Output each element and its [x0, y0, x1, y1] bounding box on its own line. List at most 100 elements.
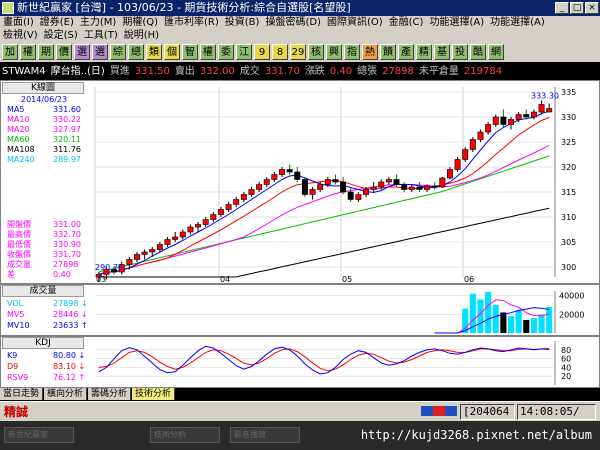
candle-body — [370, 186, 377, 190]
low-marker: 290.70 — [95, 263, 123, 272]
toolbar-button-8[interactable]: 總 — [128, 44, 144, 60]
candle-body — [446, 169, 453, 179]
menu-screen[interactable]: 畫面(I) — [0, 16, 37, 29]
volume-tick-label: 20000 — [559, 310, 584, 319]
tab-technical[interactable]: 技術分析 — [132, 388, 176, 400]
toolbar-button-4[interactable]: 價 — [56, 44, 72, 60]
title-bar: 新世紀贏家 [台灣] - 103/06/23 - 期貨技術分析:綜合自選股[名望… — [0, 0, 600, 16]
tab-intraday[interactable]: 當日走勢 — [0, 388, 44, 400]
candle-body — [164, 239, 171, 245]
volume-legend-label: MV10 — [7, 321, 30, 330]
toolbar-button-28[interactable]: 網 — [488, 44, 504, 60]
candle-body — [355, 194, 362, 200]
close-button[interactable]: × — [585, 2, 599, 14]
quote-symbol[interactable]: STWAM4 — [2, 64, 46, 80]
menu-securities[interactable]: 證券(E) — [37, 16, 77, 29]
volume-chart[interactable]: 40000 20000 — [1, 285, 599, 335]
volume-panel[interactable]: 40000 20000 成交量 VOL 27898 ↓ MV5 28446 ↓ MV10 2… — [0, 284, 600, 336]
menu-investment[interactable]: 投資(B) — [222, 16, 263, 29]
toolbar-button-23[interactable]: 產 — [398, 44, 414, 60]
volume-legend-label: MV5 — [7, 310, 25, 319]
ma-legend-value: 320.11 — [53, 135, 81, 144]
menu-trading-code[interactable]: 操盤密碼(D) — [262, 16, 324, 29]
toolbar-button-14[interactable]: 江 — [236, 44, 252, 60]
volume-bar — [500, 312, 507, 333]
candle-body — [439, 177, 446, 188]
menu-view[interactable]: 檢視(V) — [0, 29, 41, 42]
menu-main-force[interactable]: 主力(M) — [77, 16, 119, 29]
candle-body — [301, 179, 308, 195]
candle-body — [172, 236, 179, 240]
toolbar-button-22[interactable]: 饋 — [380, 44, 396, 60]
toolbar-button-1[interactable]: 加 — [2, 44, 18, 60]
status-time: 14:08:05/ — [517, 404, 596, 420]
taskbar-item-1[interactable]: 新世紀贏家 — [4, 427, 74, 443]
toolbar-button-6[interactable]: 選 — [92, 44, 108, 60]
price-tick-label: 325 — [561, 138, 576, 147]
menu-fx-rates[interactable]: 匯市利率(R) — [161, 16, 222, 29]
ohlc-legend-value: 332.70 — [53, 230, 81, 239]
ohlc-legend-value: 330.90 — [53, 240, 81, 249]
menu-settings[interactable]: 設定(S) — [41, 29, 81, 42]
volume-legend-value: 27898 ↓ — [53, 299, 88, 308]
toolbar-button-24[interactable]: 精 — [416, 44, 432, 60]
kline-chart[interactable]: 03 04 05 06335330325320315310305300333.3029… — [1, 81, 599, 283]
menu-tools[interactable]: 工具(T) — [81, 29, 121, 42]
menu-finance[interactable]: 金融(C) — [386, 16, 427, 29]
bid-label: 買進 — [109, 66, 130, 77]
toolbar-button-16[interactable]: 8 — [272, 44, 288, 60]
toolbar-button-2[interactable]: 權 — [20, 44, 36, 60]
toolbar-button-20[interactable]: 指 — [344, 44, 360, 60]
menu-intl-info[interactable]: 國際資訊(O) — [324, 16, 386, 29]
flag-icon-blue-2 — [445, 406, 457, 416]
ohlc-legend-label: 開盤價 — [7, 220, 31, 229]
candle-body — [233, 199, 240, 205]
candle-body — [271, 174, 278, 180]
toolbar-button-13[interactable]: 委 — [218, 44, 234, 60]
kdj-panel[interactable]: 80 60 40 20 KDJ K9 80.80 ↓ D9 83.10 ↓ RSV9 76.12… — [0, 336, 600, 388]
menu-function-select-2[interactable]: 功能選擇(A) — [487, 16, 548, 29]
menu-futures-options[interactable]: 期權(Q) — [119, 16, 161, 29]
toolbar-button-10[interactable]: 個 — [164, 44, 180, 60]
minimize-button[interactable]: _ — [555, 2, 569, 14]
kdj-chart[interactable]: 80604020 — [1, 337, 599, 387]
toolbar-button-25[interactable]: 基 — [434, 44, 450, 60]
tab-chips[interactable]: 籌碼分析 — [88, 388, 132, 400]
candle-body — [286, 169, 293, 173]
candle-body — [431, 185, 438, 188]
toolbar-button-12[interactable]: 權 — [200, 44, 216, 60]
toolbar-button-18[interactable]: 核 — [308, 44, 324, 60]
taskbar-item-2[interactable]: 技術分析 — [150, 427, 220, 443]
month-tick-label: 04 — [220, 275, 230, 283]
candle-body — [263, 179, 270, 185]
ohlc-legend-label: 最低價 — [7, 240, 31, 249]
ohlc-legend-value: 331.70 — [53, 250, 81, 259]
toolbar-button-21[interactable]: 熱 — [362, 44, 378, 60]
menu-function-select-1[interactable]: 功能選擇(A) — [426, 16, 487, 29]
toolbar-button-9[interactable]: 類 — [146, 44, 162, 60]
volume-legend-value: 23633 ↑ — [53, 321, 88, 330]
candle-body — [202, 219, 209, 225]
ohlc-legend-label: 收盤價 — [7, 250, 31, 259]
toolbar-button-11[interactable]: 智 — [182, 44, 198, 60]
maximize-button[interactable]: □ — [570, 2, 584, 14]
toolbar-button-15[interactable]: 9 — [254, 44, 270, 60]
taskbar-item-3[interactable]: 影音播放 — [230, 427, 300, 443]
menu-help[interactable]: 說明(H) — [121, 29, 162, 42]
toolbar-button-17[interactable]: 29 — [290, 44, 306, 60]
toolbar-button-19[interactable]: 興 — [326, 44, 342, 60]
toolbar-button-7[interactable]: 綜 — [110, 44, 126, 60]
candle-body — [462, 149, 469, 160]
ohlc-legend-value: 0.40 — [53, 270, 71, 279]
candle-body — [523, 114, 530, 118]
toolbar-button-5[interactable]: 選 — [74, 44, 90, 60]
ma-legend-value: 311.76 — [53, 145, 81, 154]
kline-panel[interactable]: 03 04 05 06 335 330 325 320 315 310 305 300 333.30 29… — [0, 80, 600, 284]
toolbar-button-27[interactable]: 酷 — [470, 44, 486, 60]
candle-body — [469, 139, 476, 150]
tab-horizontal[interactable]: 橫向分析 — [44, 388, 88, 400]
toolbar-button-3[interactable]: 期 — [38, 44, 54, 60]
kdj-legend-label: K9 — [7, 351, 18, 360]
candle-body — [546, 108, 553, 113]
toolbar-button-26[interactable]: 投 — [452, 44, 468, 60]
